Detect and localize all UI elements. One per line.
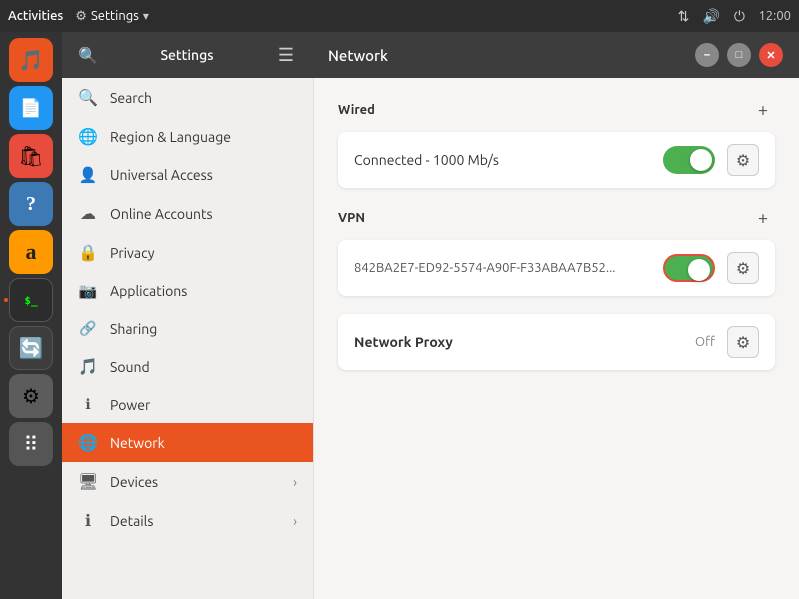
vpn-settings-button[interactable]: ⚙ xyxy=(727,252,759,284)
sidebar-item-universal-access[interactable]: 👤 Universal Access xyxy=(62,156,313,194)
proxy-row: Network Proxy Off ⚙ xyxy=(338,314,775,370)
wired-section-header: Wired + xyxy=(338,98,775,122)
sidebar-item-label: Details xyxy=(110,513,153,529)
dock-icon-amazon[interactable]: a xyxy=(9,230,53,274)
vpn-section-header: VPN + xyxy=(338,206,775,230)
sidebar-item-label: Online Accounts xyxy=(110,206,213,222)
wired-row: Connected - 1000 Mb/s ⚙ xyxy=(338,132,775,188)
chevron-right-icon: › xyxy=(293,474,297,490)
sidebar-item-sharing[interactable]: 🔗 Sharing xyxy=(62,310,313,347)
proxy-card: Network Proxy Off ⚙ xyxy=(338,314,775,370)
vpn-toggle[interactable] xyxy=(663,254,715,282)
sidebar-item-sound[interactable]: 🎵 Sound xyxy=(62,347,313,386)
sidebar-item-privacy[interactable]: 🔒 Privacy xyxy=(62,233,313,272)
universal-access-icon: 👤 xyxy=(78,166,98,184)
details-icon: ℹ xyxy=(78,511,98,530)
vpn-label: VPN xyxy=(338,211,365,225)
search-icon-button[interactable]: 🔍 xyxy=(74,41,102,69)
vpn-id: 842BA2E7-ED92-5574-A90F-F33ABAA7B52... xyxy=(354,261,663,275)
sidebar-item-region[interactable]: 🌐 Region & Language xyxy=(62,117,313,156)
clock: 12:00 xyxy=(758,9,791,23)
sidebar-item-network[interactable]: 🌐 Network xyxy=(62,423,313,462)
proxy-settings-button[interactable]: ⚙ xyxy=(727,326,759,358)
network-icon: 🌐 xyxy=(78,433,98,452)
dock-icon-terminal[interactable]: $_ xyxy=(9,278,53,322)
main-container: 🎵 📄 🛍 ? a $_ 🔄 ⚙ ⠿ 🔍 Settings ☰ Network … xyxy=(0,32,799,599)
devices-icon: 🖥 xyxy=(78,472,98,491)
vpn-row: 842BA2E7-ED92-5574-A90F-F33ABAA7B52... ⚙ xyxy=(338,240,775,296)
wired-add-button[interactable]: + xyxy=(751,98,775,122)
sidebar-item-applications[interactable]: 📷 Applications xyxy=(62,272,313,310)
sidebar-item-label: Sharing xyxy=(110,321,157,337)
settings-body: 🔍 Search 🌐 Region & Language 👤 Universal… xyxy=(62,78,799,599)
wired-toggle[interactable] xyxy=(663,146,715,174)
power-icon: ℹ xyxy=(78,396,98,413)
sidebar-item-label: Power xyxy=(110,397,150,413)
sound-icon: 🎵 xyxy=(78,357,98,376)
settings-window: 🔍 Settings ☰ Network – □ ✕ 🔍 Search xyxy=(62,32,799,599)
content-area: Wired + Connected - 1000 Mb/s ⚙ VPN + xyxy=(314,78,799,599)
dock-icon-settings[interactable]: ⚙ xyxy=(9,374,53,418)
settings-menu[interactable]: ⚙ Settings ▾ xyxy=(75,9,149,24)
sidebar-item-label: Search xyxy=(110,90,152,106)
minimize-button[interactable]: – xyxy=(695,43,719,67)
sidebar-item-label: Devices xyxy=(110,474,158,490)
lock-icon: 🔒 xyxy=(78,243,98,262)
dock-icon-appcenter[interactable]: 🛍 xyxy=(9,134,53,178)
volume-icon[interactable]: 🔊 xyxy=(702,7,720,25)
sidebar-item-label: Universal Access xyxy=(110,167,213,183)
vpn-add-button[interactable]: + xyxy=(751,206,775,230)
proxy-status: Off xyxy=(695,335,715,349)
wired-status: Connected - 1000 Mb/s xyxy=(354,152,663,168)
power-icon[interactable]: ⏻ xyxy=(730,7,748,25)
maximize-button[interactable]: □ xyxy=(727,43,751,67)
settings-titlebar: 🔍 Settings ☰ Network – □ ✕ xyxy=(62,32,799,78)
topbar: Activities ⚙ Settings ▾ ⇅ 🔊 ⏻ 12:00 xyxy=(0,0,799,32)
proxy-label: Network Proxy xyxy=(354,334,695,350)
dock-icon-updater[interactable]: 🔄 xyxy=(9,326,53,370)
sidebar-item-power[interactable]: ℹ Power xyxy=(62,386,313,423)
activities-button[interactable]: Activities xyxy=(8,9,63,23)
window-title: Network xyxy=(328,47,388,64)
wired-card: Connected - 1000 Mb/s ⚙ xyxy=(338,132,775,188)
sidebar: 🔍 Search 🌐 Region & Language 👤 Universal… xyxy=(62,78,314,599)
sidebar-item-label: Applications xyxy=(110,283,187,299)
dock-icon-files[interactable]: 📄 xyxy=(9,86,53,130)
sidebar-header: 🔍 Settings ☰ xyxy=(62,41,312,69)
chevron-right-icon: › xyxy=(293,513,297,529)
sidebar-item-search[interactable]: 🔍 Search xyxy=(62,78,313,117)
sidebar-item-details[interactable]: ℹ Details › xyxy=(62,501,313,540)
search-icon: 🔍 xyxy=(78,88,98,107)
vpn-card: 842BA2E7-ED92-5574-A90F-F33ABAA7B52... ⚙ xyxy=(338,240,775,296)
sidebar-item-devices[interactable]: 🖥 Devices › xyxy=(62,462,313,501)
applications-icon: 📷 xyxy=(78,282,98,300)
dock-icon-appgrid[interactable]: ⠿ xyxy=(9,422,53,466)
window-controls: – □ ✕ xyxy=(695,43,783,67)
wired-label: Wired xyxy=(338,103,375,117)
sidebar-title: Settings xyxy=(110,47,264,63)
active-dot xyxy=(4,298,8,302)
close-button[interactable]: ✕ xyxy=(759,43,783,67)
dock-icon-rhythmbox[interactable]: 🎵 xyxy=(9,38,53,82)
sidebar-item-label: Network xyxy=(110,435,165,451)
sidebar-item-online-accounts[interactable]: ☁ Online Accounts xyxy=(62,194,313,233)
dock: 🎵 📄 🛍 ? a $_ 🔄 ⚙ ⠿ xyxy=(0,32,62,599)
sidebar-item-label: Privacy xyxy=(110,245,154,261)
menu-button[interactable]: ☰ xyxy=(272,41,300,69)
network-indicator-icon[interactable]: ⇅ xyxy=(674,7,692,25)
cloud-icon: ☁ xyxy=(78,204,98,223)
sidebar-item-label: Sound xyxy=(110,359,150,375)
globe-icon: 🌐 xyxy=(78,127,98,146)
sharing-icon: 🔗 xyxy=(78,320,98,337)
content-titlebar: Network – □ ✕ xyxy=(312,43,799,67)
dock-icon-help[interactable]: ? xyxy=(9,182,53,226)
wired-settings-button[interactable]: ⚙ xyxy=(727,144,759,176)
sidebar-item-label: Region & Language xyxy=(110,129,231,145)
